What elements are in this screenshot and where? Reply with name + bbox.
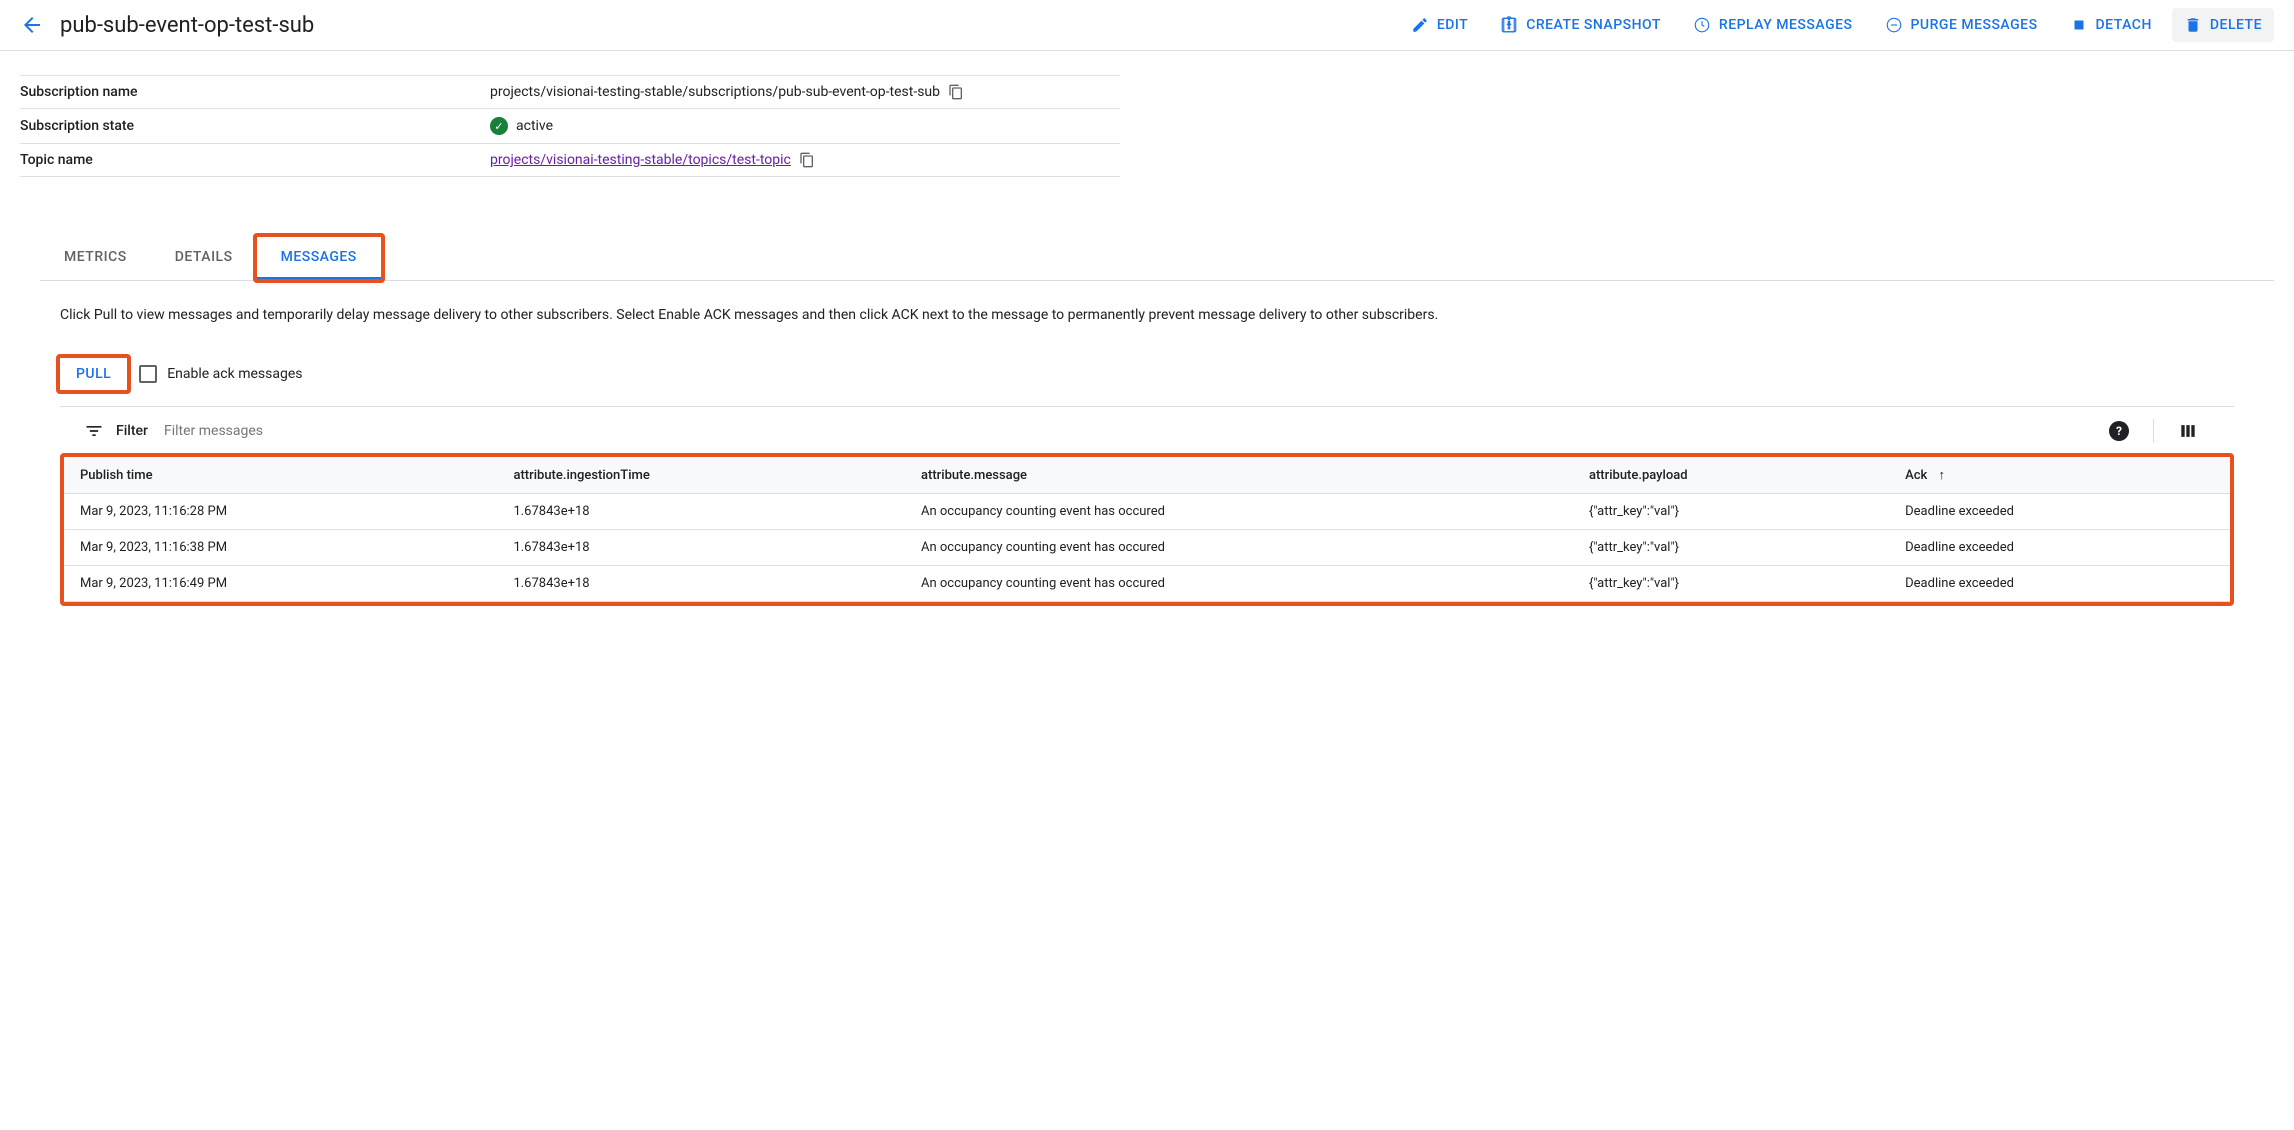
detail-row-subscription-state: Subscription state active <box>20 109 1120 144</box>
cell-payload: {"attr_key":"val"} <box>1573 530 1889 566</box>
table-row: Mar 9, 2023, 11:16:28 PM1.67843e+18An oc… <box>64 494 2230 530</box>
detach-button[interactable]: DETACH <box>2058 8 2164 42</box>
cell-publish_time: Mar 9, 2023, 11:16:49 PM <box>64 566 497 602</box>
header-actions: EDIT CREATE SNAPSHOT REPLAY MESSAGES PUR… <box>1399 8 2274 42</box>
filter-input[interactable] <box>160 419 2097 443</box>
detach-icon <box>2070 16 2088 34</box>
table-row: Mar 9, 2023, 11:16:38 PM1.67843e+18An oc… <box>64 530 2230 566</box>
cell-ack: Deadline exceeded <box>1889 530 2230 566</box>
help-icon[interactable]: ? <box>2109 421 2129 441</box>
copy-icon[interactable] <box>948 84 964 100</box>
replay-icon <box>1693 16 1711 34</box>
delete-button[interactable]: DELETE <box>2172 8 2274 42</box>
topic-name-label: Topic name <box>20 152 490 168</box>
divider <box>2153 419 2154 443</box>
filter-icon <box>84 421 104 441</box>
cell-message: An occupancy counting event has occured <box>905 566 1573 602</box>
enable-ack-checkbox[interactable] <box>139 365 157 383</box>
help-text: Click Pull to view messages and temporar… <box>60 305 2234 326</box>
col-ack[interactable]: Ack ↑ <box>1889 457 2230 494</box>
col-ingestion-time[interactable]: attribute.ingestionTime <box>497 457 905 494</box>
messages-panel: Click Pull to view messages and temporar… <box>20 281 2274 630</box>
edit-button[interactable]: EDIT <box>1399 8 1480 42</box>
cell-ingestion_time: 1.67843e+18 <box>497 494 905 530</box>
tab-messages[interactable]: MESSAGES <box>257 237 381 280</box>
subscription-name-label: Subscription name <box>20 84 490 100</box>
page-title: pub-sub-event-op-test-sub <box>60 13 314 38</box>
purge-messages-button[interactable]: PURGE MESSAGES <box>1873 8 2050 42</box>
topic-name-link[interactable]: projects/visionai-testing-stable/topics/… <box>490 152 791 168</box>
messages-controls: PULL Enable ack messages <box>60 358 2234 390</box>
enable-ack-wrapper: Enable ack messages <box>139 365 302 383</box>
detail-row-subscription-name: Subscription name projects/visionai-test… <box>20 75 1120 109</box>
filter-label: Filter <box>116 423 148 439</box>
messages-table: Publish time attribute.ingestionTime att… <box>64 457 2230 602</box>
purge-icon <box>1885 16 1903 34</box>
check-icon <box>490 117 508 135</box>
cell-ack: Deadline exceeded <box>1889 566 2230 602</box>
tab-details[interactable]: DETAILS <box>151 237 257 280</box>
cell-publish_time: Mar 9, 2023, 11:16:38 PM <box>64 530 497 566</box>
subscription-details: Subscription name projects/visionai-test… <box>20 75 1120 177</box>
subscription-name-value: projects/visionai-testing-stable/subscri… <box>490 84 940 100</box>
back-arrow-icon[interactable] <box>20 13 44 37</box>
cell-publish_time: Mar 9, 2023, 11:16:28 PM <box>64 494 497 530</box>
subscription-state-label: Subscription state <box>20 118 490 134</box>
cell-message: An occupancy counting event has occured <box>905 494 1573 530</box>
cell-payload: {"attr_key":"val"} <box>1573 566 1889 602</box>
subscription-state-value: active <box>516 118 553 134</box>
detail-row-topic-name: Topic name projects/visionai-testing-sta… <box>20 144 1120 177</box>
cell-ack: Deadline exceeded <box>1889 494 2230 530</box>
col-payload[interactable]: attribute.payload <box>1573 457 1889 494</box>
replay-messages-button[interactable]: REPLAY MESSAGES <box>1681 8 1865 42</box>
pencil-icon <box>1411 16 1429 34</box>
cell-ingestion_time: 1.67843e+18 <box>497 566 905 602</box>
page-header: pub-sub-event-op-test-sub EDIT CREATE SN… <box>0 0 2294 51</box>
messages-table-wrapper: Publish time attribute.ingestionTime att… <box>60 453 2234 606</box>
cell-payload: {"attr_key":"val"} <box>1573 494 1889 530</box>
sort-up-icon: ↑ <box>1939 468 1946 483</box>
col-message[interactable]: attribute.message <box>905 457 1573 494</box>
enable-ack-label: Enable ack messages <box>167 366 302 382</box>
cell-ingestion_time: 1.67843e+18 <box>497 530 905 566</box>
table-header-row: Publish time attribute.ingestionTime att… <box>64 457 2230 494</box>
pull-button[interactable]: PULL <box>60 358 127 390</box>
tab-metrics[interactable]: METRICS <box>40 237 151 280</box>
col-publish-time[interactable]: Publish time <box>64 457 497 494</box>
copy-icon[interactable] <box>799 152 815 168</box>
trash-icon <box>2184 16 2202 34</box>
filter-row: Filter ? <box>60 406 2234 455</box>
snapshot-icon <box>1500 16 1518 34</box>
create-snapshot-button[interactable]: CREATE SNAPSHOT <box>1488 8 1673 42</box>
cell-message: An occupancy counting event has occured <box>905 530 1573 566</box>
table-row: Mar 9, 2023, 11:16:49 PM1.67843e+18An oc… <box>64 566 2230 602</box>
tabs: METRICS DETAILS MESSAGES <box>40 237 2274 281</box>
columns-icon[interactable] <box>2178 421 2198 441</box>
